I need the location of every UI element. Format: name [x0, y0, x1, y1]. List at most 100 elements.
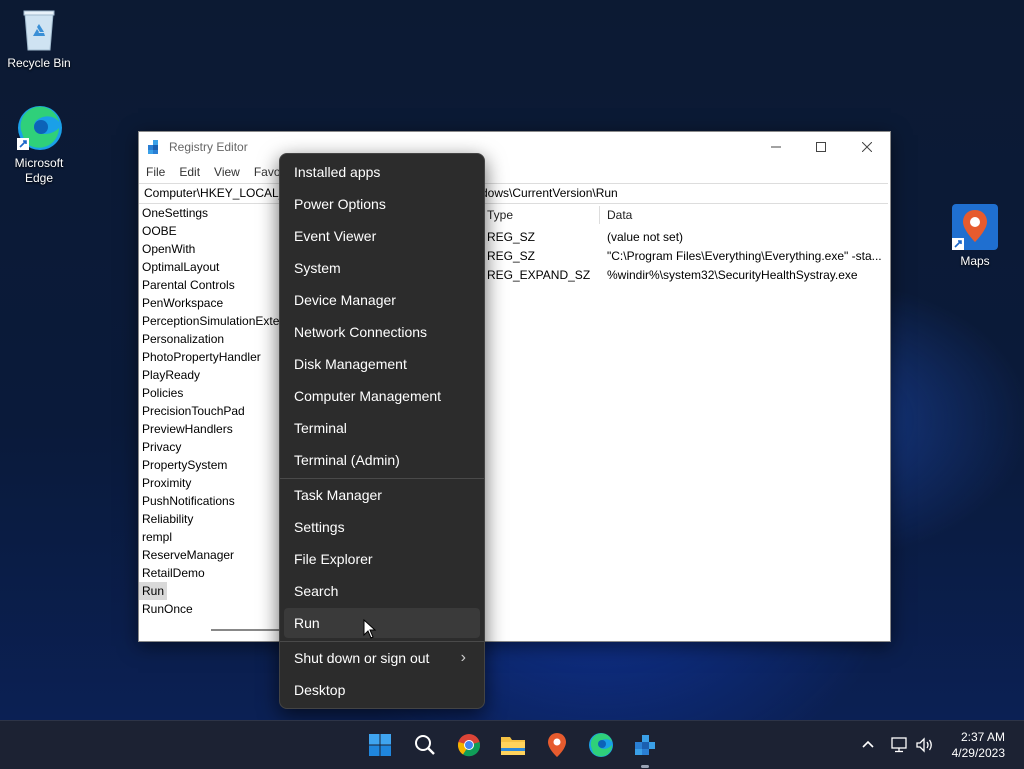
- desktop-icon-microsoft-edge[interactable]: Microsoft Edge: [2, 104, 76, 186]
- start-button[interactable]: [366, 731, 394, 759]
- menu-separator: [280, 641, 484, 642]
- value-type[interactable]: REG_SZ: [487, 247, 535, 266]
- value-type[interactable]: REG_EXPAND_SZ: [487, 266, 590, 285]
- taskbar-file-explorer[interactable]: [499, 731, 527, 759]
- menu-item-search[interactable]: Search: [284, 576, 480, 606]
- column-header-type[interactable]: Type: [487, 204, 513, 226]
- value-data[interactable]: %windir%\system32\SecurityHealthSystray.…: [607, 266, 858, 285]
- taskbar-maps[interactable]: [543, 731, 571, 759]
- tray-overflow-button[interactable]: [860, 721, 876, 769]
- shut-down-label: Shut down or sign out: [294, 650, 430, 666]
- tree-item[interactable]: OOBE: [139, 222, 285, 240]
- minimize-icon: [771, 146, 781, 148]
- recycle-bin-icon: [23, 10, 55, 51]
- mouse-cursor-icon: [363, 619, 377, 639]
- menu-item-device-manager[interactable]: Device Manager: [284, 285, 480, 315]
- chevron-up-icon: [862, 740, 874, 748]
- tree-item[interactable]: ReserveManager: [139, 546, 285, 564]
- tree-item[interactable]: PhotoPropertyHandler: [139, 348, 285, 366]
- menu-item-terminal[interactable]: Terminal: [284, 413, 480, 443]
- tree-item[interactable]: OpenWith: [139, 240, 285, 258]
- tree-item-selected[interactable]: Run: [139, 582, 168, 600]
- registry-editor-window[interactable]: Registry Editor File Edit View Favor Com…: [138, 131, 891, 642]
- column-header-data[interactable]: Data: [607, 204, 632, 226]
- tree-item[interactable]: Policies: [139, 384, 285, 402]
- close-button[interactable]: [844, 132, 890, 162]
- menu-edit[interactable]: Edit: [172, 165, 207, 179]
- menu-bar: File Edit View Favor: [139, 162, 890, 182]
- menu-item-run[interactable]: Run: [284, 608, 480, 638]
- address-bar[interactable]: Computer\HKEY_LOCAL_ dows\CurrentVersion…: [139, 183, 888, 204]
- clock-time: 2:37 AM: [960, 730, 1005, 744]
- network-icon: [891, 737, 907, 753]
- taskbar: 2:37 AM 4/29/2023: [0, 720, 1024, 769]
- menu-item-desktop[interactable]: Desktop: [284, 675, 480, 705]
- desktop-icon-label: Maps: [960, 254, 990, 268]
- tree-item[interactable]: Reliability: [139, 510, 285, 528]
- menu-item-system[interactable]: System: [284, 253, 480, 283]
- value-data[interactable]: (value not set): [607, 228, 683, 247]
- minimize-button[interactable]: [753, 132, 799, 162]
- address-text-left: Computer\HKEY_LOCAL_: [144, 186, 286, 200]
- desktop-icon-recycle-bin[interactable]: Recycle Bin: [2, 8, 76, 71]
- menu-file[interactable]: File: [139, 165, 172, 179]
- volume-icon: [916, 737, 932, 753]
- start-icon: [369, 734, 391, 756]
- column-divider[interactable]: [599, 206, 600, 224]
- tree-item[interactable]: PrecisionTouchPad: [139, 402, 285, 420]
- menu-item-disk-management[interactable]: Disk Management: [284, 349, 480, 379]
- value-type[interactable]: REG_SZ: [487, 228, 535, 247]
- registry-editor-icon: [635, 735, 655, 755]
- tree-item[interactable]: RetailDemo: [139, 564, 285, 582]
- menu-item-file-explorer[interactable]: File Explorer: [284, 544, 480, 574]
- values-pane[interactable]: Type Data REG_SZ (value not set) REG_SZ …: [481, 204, 888, 640]
- tree-item[interactable]: PenWorkspace: [139, 294, 285, 312]
- tree-item[interactable]: PropertySystem: [139, 456, 285, 474]
- power-user-context-menu[interactable]: Installed apps Power Options Event Viewe…: [279, 153, 485, 709]
- tree-item[interactable]: RunOnce: [139, 600, 285, 618]
- menu-item-computer-management[interactable]: Computer Management: [284, 381, 480, 411]
- tree-item[interactable]: Proximity: [139, 474, 285, 492]
- maps-icon: [952, 204, 998, 250]
- volume-button[interactable]: [915, 721, 935, 769]
- menu-item-network-connections[interactable]: Network Connections: [284, 317, 480, 347]
- menu-item-shut-down[interactable]: Shut down or sign out ›: [284, 643, 480, 673]
- clock-date: 4/29/2023: [951, 746, 1005, 760]
- tree-item[interactable]: PlayReady: [139, 366, 285, 384]
- registry-tree[interactable]: OneSettings OOBE OpenWith OptimalLayout …: [139, 204, 286, 640]
- tree-item[interactable]: Parental Controls: [139, 276, 285, 294]
- taskbar-registry-editor[interactable]: [631, 731, 659, 759]
- tree-item[interactable]: rempl: [139, 528, 285, 546]
- menu-view[interactable]: View: [207, 165, 247, 179]
- taskbar-edge[interactable]: [587, 731, 615, 759]
- address-text-right: dows\CurrentVersion\Run: [481, 186, 618, 200]
- tree-item[interactable]: PreviewHandlers: [139, 420, 285, 438]
- value-data[interactable]: "C:\Program Files\Everything\Everything.…: [607, 247, 882, 266]
- menu-item-power-options[interactable]: Power Options: [284, 189, 480, 219]
- title-bar[interactable]: Registry Editor: [139, 132, 890, 162]
- taskbar-chrome[interactable]: [455, 731, 483, 759]
- menu-item-settings[interactable]: Settings: [284, 512, 480, 542]
- desktop-icon-maps[interactable]: Maps: [938, 204, 1012, 269]
- close-icon: [862, 142, 872, 152]
- tree-item[interactable]: OneSettings: [139, 204, 285, 222]
- menu-item-event-viewer[interactable]: Event Viewer: [284, 221, 480, 251]
- maps-icon: [548, 733, 566, 757]
- desktop-icon-label: Recycle Bin: [7, 56, 71, 70]
- tree-item[interactable]: PerceptionSimulationExte: [139, 312, 285, 330]
- clock[interactable]: 2:37 AM 4/29/2023: [952, 729, 1005, 761]
- menu-item-installed-apps[interactable]: Installed apps: [284, 157, 480, 187]
- menu-item-terminal-admin[interactable]: Terminal (Admin): [284, 445, 480, 475]
- taskbar-search-button[interactable]: [411, 731, 439, 759]
- maximize-button[interactable]: [798, 132, 844, 162]
- tree-item[interactable]: Privacy: [139, 438, 285, 456]
- desktop-icon-label: Microsoft Edge: [14, 156, 64, 185]
- tree-item[interactable]: PushNotifications: [139, 492, 285, 510]
- tree-item[interactable]: OptimalLayout: [139, 258, 285, 276]
- search-icon: [415, 735, 435, 755]
- network-status-button[interactable]: [890, 721, 910, 769]
- menu-item-task-manager[interactable]: Task Manager: [284, 480, 480, 510]
- chrome-icon: [457, 734, 481, 757]
- tree-item[interactable]: Personalization: [139, 330, 285, 348]
- maximize-icon: [816, 142, 826, 152]
